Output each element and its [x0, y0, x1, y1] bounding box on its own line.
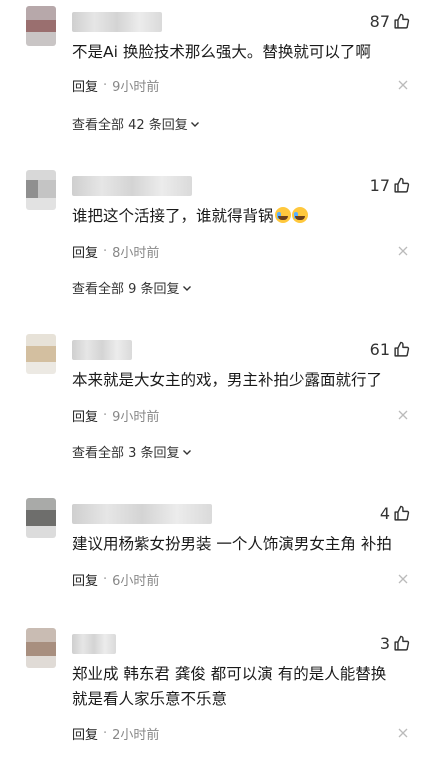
comment-text-line: 郑业成 韩东君 龚俊 都可以演 有的是人能替换 — [72, 665, 387, 683]
comment-time: 9小时前 — [112, 80, 160, 95]
username-blurred[interactable] — [72, 12, 162, 32]
meta-separator: · — [103, 408, 108, 423]
comment-text: 建议用杨紫女扮男装 一个人饰演男女主角 补拍 — [72, 535, 392, 553]
view-replies-label: 查看全部 3 条回复 — [72, 446, 180, 461]
crying-laughing-emoji-icon — [274, 207, 291, 223]
comment-text: 谁把这个活接了，谁就得背锅 — [72, 204, 412, 229]
chevron-down-icon — [182, 449, 191, 455]
avatar[interactable] — [26, 498, 56, 538]
like-count: 17 — [369, 176, 390, 195]
reply-button[interactable]: 回复 — [72, 76, 98, 95]
comment-time: 8小时前 — [112, 246, 160, 261]
close-icon — [398, 728, 408, 738]
like-button[interactable]: 87 — [370, 12, 410, 31]
close-icon — [398, 80, 408, 90]
comment-time: 6小时前 — [112, 574, 160, 589]
comment-time: 9小时前 — [112, 410, 160, 425]
avatar[interactable] — [26, 170, 56, 210]
reply-button[interactable]: 回复 — [72, 406, 98, 425]
view-replies-button[interactable]: 查看全部 42 条回复 — [72, 114, 200, 133]
dismiss-button[interactable] — [398, 246, 408, 256]
like-count: 87 — [369, 12, 390, 31]
close-icon — [398, 246, 408, 256]
chevron-down-icon — [190, 121, 199, 127]
thumbs-up-icon — [394, 177, 410, 193]
like-count: 3 — [379, 634, 390, 653]
meta-separator: · — [103, 726, 108, 741]
comment-meta: 回复 · 8小时前 — [72, 242, 159, 261]
view-replies-button[interactable]: 查看全部 3 条回复 — [72, 442, 192, 461]
avatar[interactable] — [26, 6, 56, 46]
thumbs-up-icon — [394, 635, 410, 651]
view-replies-label: 查看全部 42 条回复 — [72, 118, 188, 133]
like-button[interactable]: 4 — [380, 504, 410, 523]
reply-button[interactable]: 回复 — [72, 724, 98, 743]
chevron-down-icon — [182, 285, 191, 291]
crying-laughing-emoji-icon — [291, 207, 308, 223]
like-button[interactable]: 17 — [370, 176, 410, 195]
meta-separator: · — [103, 244, 108, 259]
comment-meta: 回复 · 9小时前 — [72, 76, 159, 95]
thumbs-up-icon — [394, 505, 410, 521]
meta-separator: · — [103, 78, 108, 93]
comment-text: 不是Ai 换脸技术那么强大。替换就可以了啊 — [72, 43, 371, 61]
reply-button[interactable]: 回复 — [72, 242, 98, 261]
username-blurred[interactable] — [72, 634, 116, 654]
username-blurred[interactable] — [72, 340, 132, 360]
comment-meta: 回复 · 6小时前 — [72, 570, 159, 589]
dismiss-button[interactable] — [398, 728, 408, 738]
view-replies-label: 查看全部 9 条回复 — [72, 282, 180, 297]
comment-meta: 回复 · 9小时前 — [72, 406, 159, 425]
reply-button[interactable]: 回复 — [72, 570, 98, 589]
username-blurred[interactable] — [72, 176, 192, 196]
close-icon — [398, 574, 408, 584]
avatar[interactable] — [26, 628, 56, 668]
username-blurred[interactable] — [72, 504, 212, 524]
view-replies-button[interactable]: 查看全部 9 条回复 — [72, 278, 192, 297]
comment-text-line: 就是看人家乐意不乐意 — [72, 690, 228, 708]
avatar[interactable] — [26, 334, 56, 374]
close-icon — [398, 410, 408, 420]
meta-separator: · — [103, 572, 108, 587]
like-count: 61 — [369, 340, 390, 359]
comment-text: 本来就是大女主的戏，男主补拍少露面就行了 — [72, 371, 383, 389]
thumbs-up-icon — [394, 341, 410, 357]
like-button[interactable]: 3 — [380, 634, 410, 653]
like-button[interactable]: 61 — [370, 340, 410, 359]
comment-time: 2小时前 — [112, 728, 160, 743]
comment-meta: 回复 · 2小时前 — [72, 724, 159, 743]
comment-text-body: 谁把这个活接了，谁就得背锅 — [72, 207, 274, 225]
thumbs-up-icon — [394, 13, 410, 29]
like-count: 4 — [379, 504, 390, 523]
comment-text: 郑业成 韩东君 龚俊 都可以演 有的是人能替换 就是看人家乐意不乐意 — [72, 662, 412, 712]
dismiss-button[interactable] — [398, 80, 408, 90]
dismiss-button[interactable] — [398, 410, 408, 420]
dismiss-button[interactable] — [398, 574, 408, 584]
